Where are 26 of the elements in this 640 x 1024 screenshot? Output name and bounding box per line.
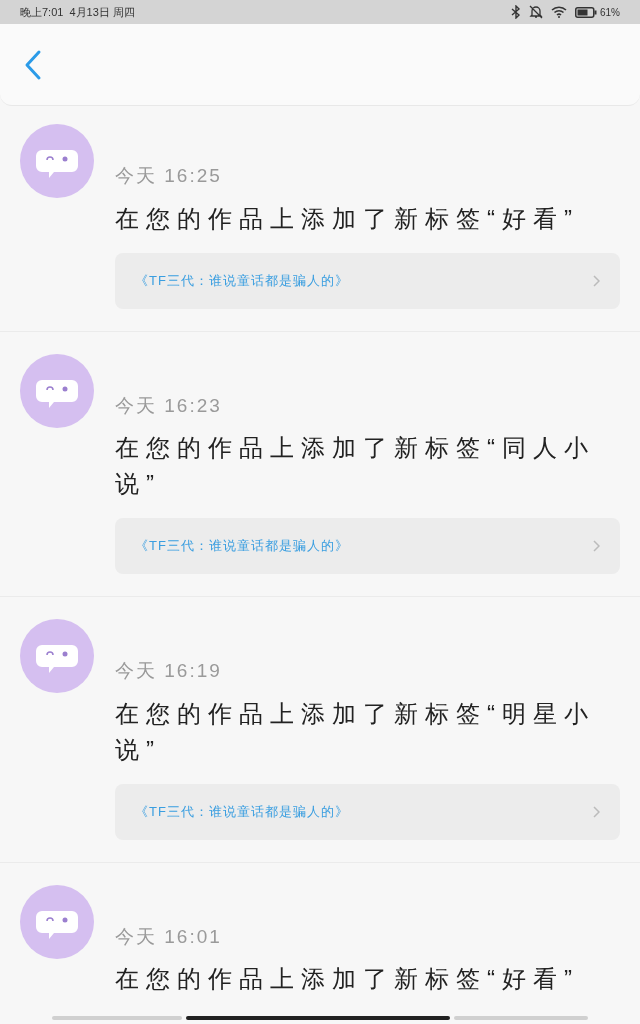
notification-time: 今天 16:19 xyxy=(115,659,222,683)
chevron-right-icon xyxy=(593,805,600,818)
bluetooth-icon xyxy=(511,5,521,19)
notification-time: 今天 16:25 xyxy=(115,164,222,188)
notification-time: 今天 16:01 xyxy=(115,924,222,949)
notification-message: 在您的作品上添加了新标签“同人小说” xyxy=(115,433,596,499)
notification-time: 今天 16:23 xyxy=(115,393,222,418)
work-link-card[interactable]: 《TF三代：谁说童话都是骗人的》 xyxy=(115,783,620,840)
back-icon xyxy=(24,48,42,81)
work-link-card[interactable]: 《TF三代：谁说童话都是骗人的》 xyxy=(115,252,620,309)
work-link-card[interactable]: 《TF三代：谁说童话都是骗人的》 xyxy=(115,518,620,574)
notification-message: 在您的作品上添加了新标签“明星小说” xyxy=(115,698,596,765)
chevron-right-icon xyxy=(593,274,600,287)
chevron-right-icon xyxy=(593,540,600,552)
muted-bell-icon xyxy=(529,5,543,19)
notification-message: 在您的作品上添加了新标签“好看” xyxy=(115,203,580,234)
battery-percent: 61% xyxy=(600,5,620,20)
avatar-icon xyxy=(20,353,94,428)
avatar-icon xyxy=(20,884,94,959)
notification-message: 在您的作品上添加了新标签“好看” xyxy=(115,964,580,994)
status-time: 晚上7:01 xyxy=(20,4,64,20)
avatar-icon xyxy=(20,124,94,198)
avatar-icon xyxy=(20,619,94,693)
status-date: 4月13日 周四 xyxy=(69,4,135,20)
wifi-icon xyxy=(551,6,567,18)
battery-icon xyxy=(575,6,597,18)
